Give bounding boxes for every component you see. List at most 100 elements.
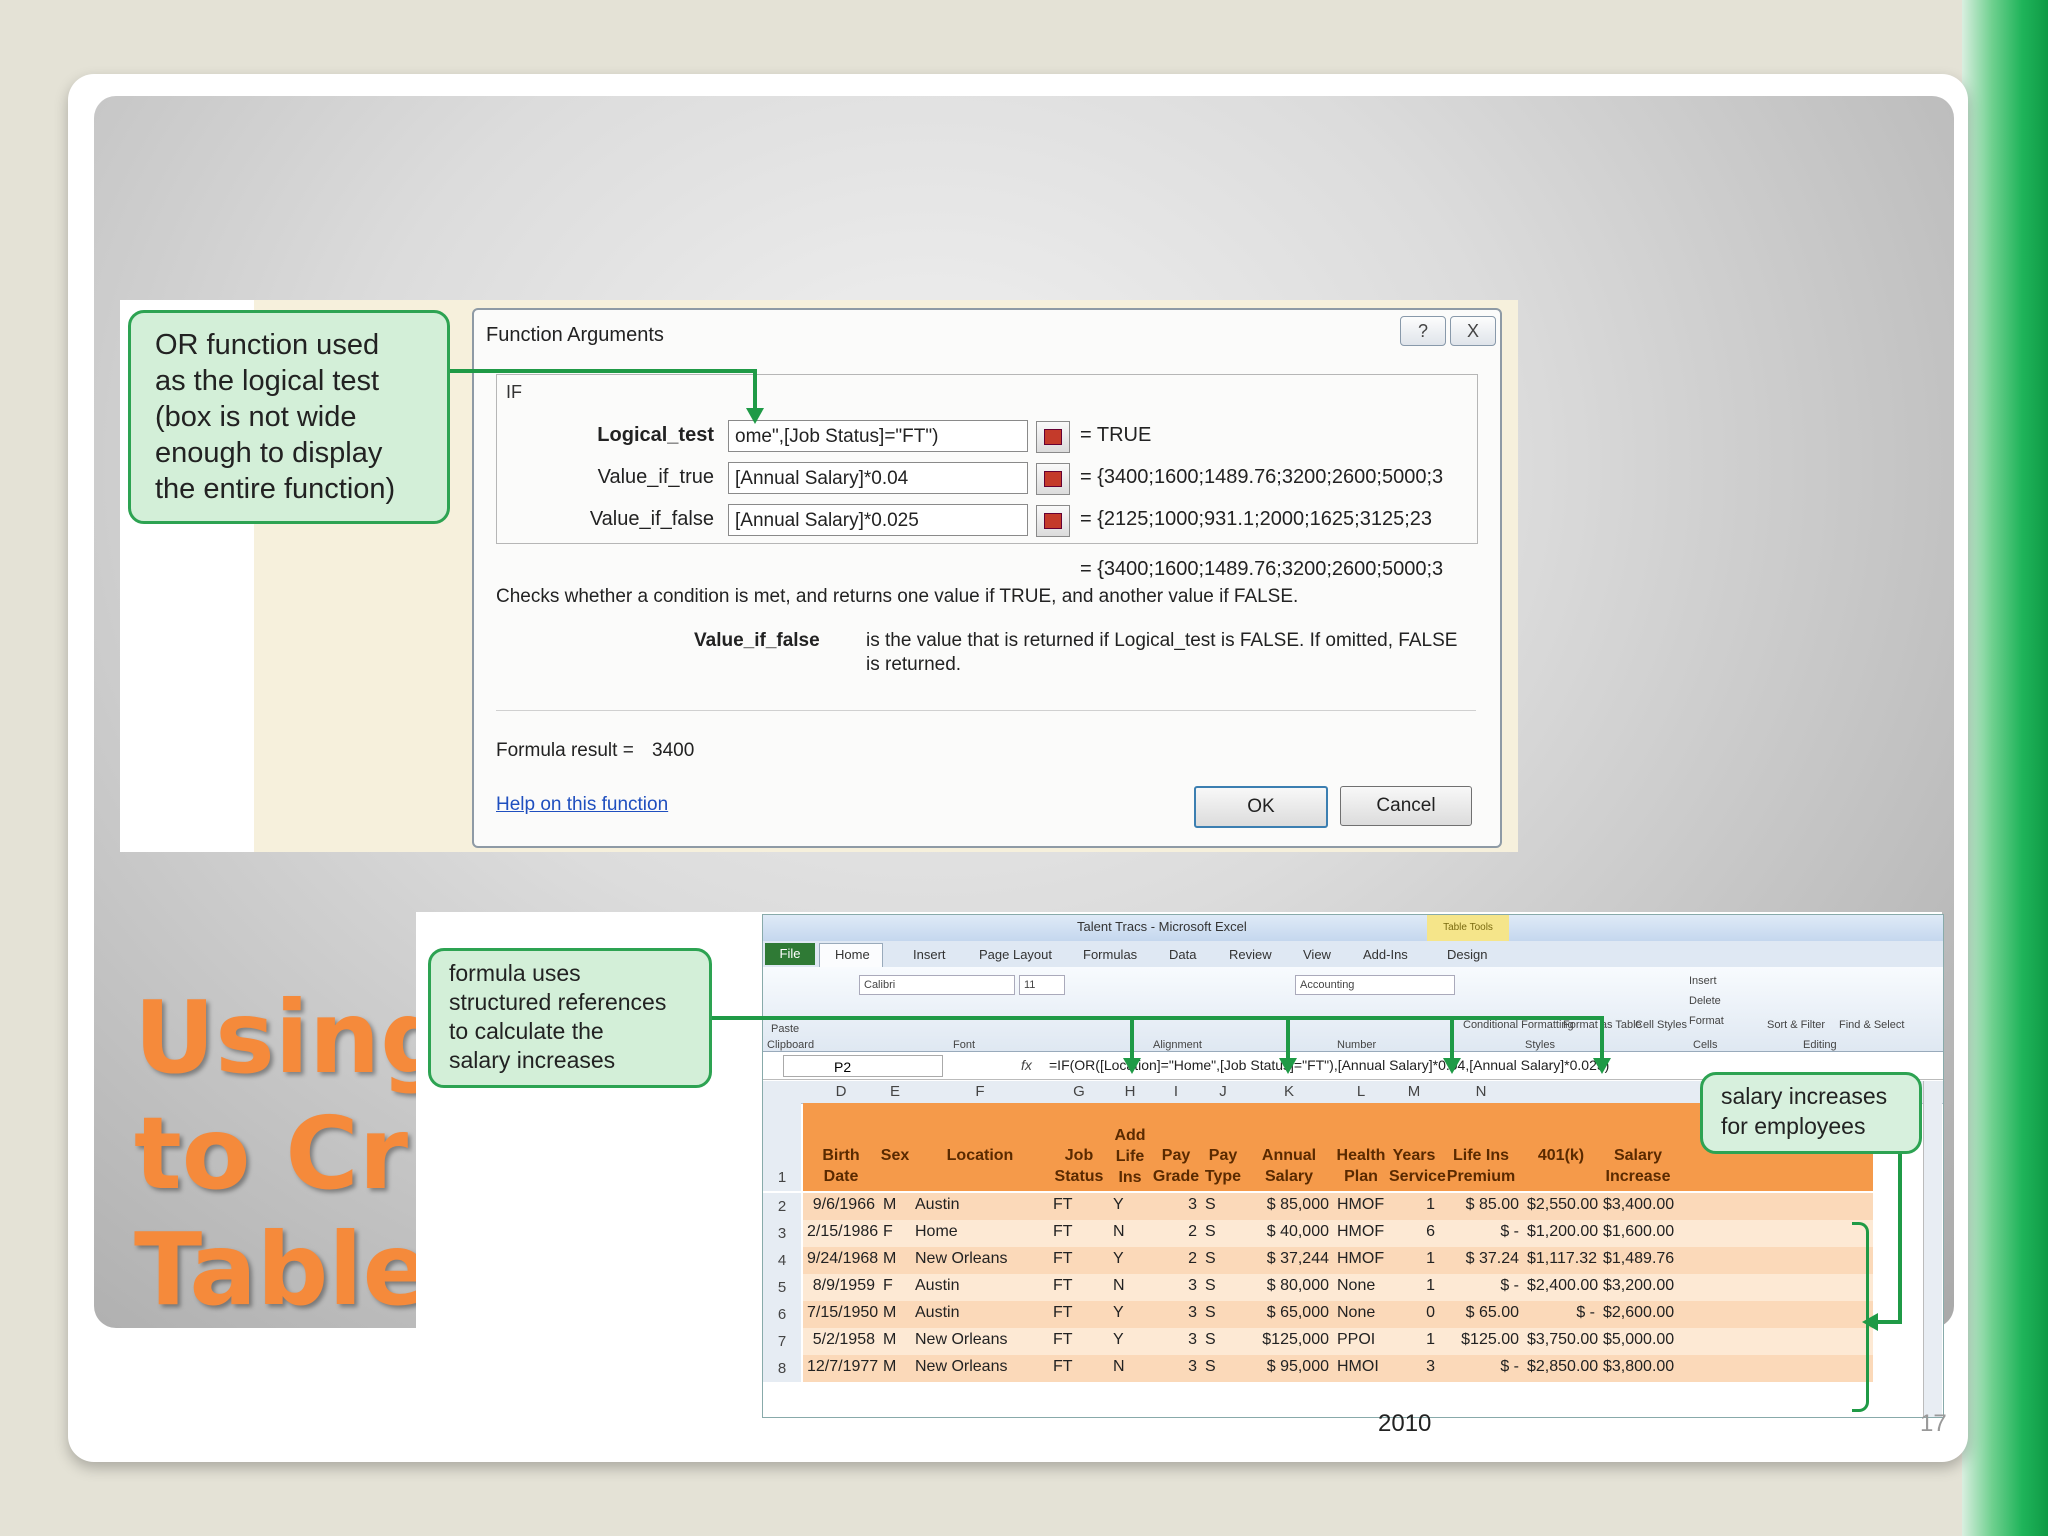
column-header[interactable]: M bbox=[1389, 1083, 1439, 1100]
table-cell[interactable]: Austin bbox=[915, 1277, 1045, 1295]
table-header-cell[interactable]: Pay Grade bbox=[1151, 1145, 1201, 1187]
table-cell[interactable]: New Orleans bbox=[915, 1358, 1045, 1376]
table-cell[interactable]: $125.00 bbox=[1443, 1331, 1519, 1349]
table-cell[interactable]: 9/24/1968 bbox=[807, 1250, 878, 1268]
table-header-cell[interactable]: Birth Date bbox=[803, 1145, 879, 1187]
table-cell[interactable]: $2,850.00 bbox=[1527, 1358, 1598, 1376]
help-button[interactable]: ? bbox=[1400, 316, 1446, 346]
table-cell[interactable]: 3 bbox=[1155, 1304, 1197, 1322]
table-cell[interactable]: 1 bbox=[1393, 1196, 1435, 1214]
delete-button[interactable]: Delete bbox=[1689, 995, 1721, 1007]
tab-file[interactable]: File bbox=[765, 943, 815, 965]
table-cell[interactable]: $ 85,000 bbox=[1249, 1196, 1329, 1214]
tab-add-ins[interactable]: Add-Ins bbox=[1363, 947, 1408, 962]
table-cell[interactable]: S bbox=[1205, 1250, 1241, 1268]
table-cell[interactable]: $1,600.00 bbox=[1603, 1223, 1674, 1241]
tab-formulas[interactable]: Formulas bbox=[1083, 947, 1137, 962]
table-cell[interactable]: $3,800.00 bbox=[1603, 1358, 1674, 1376]
table-cell[interactable]: PPOI bbox=[1337, 1331, 1385, 1349]
cell-styles-button[interactable]: Cell Styles bbox=[1635, 1019, 1687, 1031]
table-cell[interactable]: FT bbox=[1053, 1331, 1105, 1349]
table-row[interactable]: 5/2/1958 M New Orleans FT Y 3 S $125,000 PPOI 1 $1… bbox=[803, 1328, 1873, 1355]
column-header[interactable]: K bbox=[1245, 1083, 1333, 1100]
table-cell[interactable]: FT bbox=[1053, 1223, 1105, 1241]
table-cell[interactable]: HMOI bbox=[1337, 1358, 1385, 1376]
fx-icon[interactable]: fx bbox=[1021, 1057, 1032, 1073]
table-cell[interactable]: 3 bbox=[1393, 1358, 1435, 1376]
row-header[interactable]: 4 bbox=[763, 1247, 801, 1274]
table-cell[interactable]: $ 80,000 bbox=[1249, 1277, 1329, 1295]
close-button[interactable]: X bbox=[1450, 316, 1496, 346]
table-cell[interactable]: 9/6/1966 bbox=[807, 1196, 875, 1214]
table-row[interactable]: 9/6/1966 M Austin FT Y 3 S $ 85,000 HMOF 1 $ 85.00… bbox=[803, 1193, 1873, 1220]
row-header[interactable]: 6 bbox=[763, 1301, 801, 1328]
tab-data[interactable]: Data bbox=[1169, 947, 1196, 962]
table-cell[interactable]: M bbox=[883, 1331, 907, 1349]
table-row[interactable]: 2/15/1986 F Home FT N 2 S $ 40,000 HMOF 6 $ - $1,20… bbox=[803, 1220, 1873, 1247]
table-cell[interactable]: $ 37.24 bbox=[1443, 1250, 1519, 1268]
table-cell[interactable]: 2 bbox=[1155, 1250, 1197, 1268]
table-cell[interactable]: $125,000 bbox=[1249, 1331, 1329, 1349]
table-cell[interactable]: FT bbox=[1053, 1277, 1105, 1295]
tab-page-layout[interactable]: Page Layout bbox=[979, 947, 1052, 962]
table-cell[interactable]: 12/7/1977 bbox=[807, 1358, 878, 1376]
table-cell[interactable]: $ 85.00 bbox=[1443, 1196, 1519, 1214]
table-cell[interactable]: 6 bbox=[1393, 1223, 1435, 1241]
table-cell[interactable]: $2,550.00 bbox=[1527, 1196, 1598, 1214]
table-cell[interactable]: Home bbox=[915, 1223, 1045, 1241]
column-header[interactable]: J bbox=[1201, 1083, 1245, 1100]
number-format-select[interactable]: Accounting bbox=[1295, 975, 1455, 995]
row-header[interactable]: 2 bbox=[763, 1193, 801, 1220]
tab-view[interactable]: View bbox=[1303, 947, 1331, 962]
table-cell[interactable]: $2,600.00 bbox=[1603, 1304, 1674, 1322]
table-cell[interactable]: S bbox=[1205, 1331, 1241, 1349]
tab-home[interactable]: Home bbox=[835, 947, 870, 962]
value-if-false-input[interactable]: [Annual Salary]*0.025 bbox=[728, 504, 1028, 536]
table-cell[interactable]: Austin bbox=[915, 1196, 1045, 1214]
table-cell[interactable]: F bbox=[883, 1277, 907, 1295]
table-cell[interactable]: $1,117.32 bbox=[1527, 1250, 1597, 1268]
font-size-select[interactable]: 11 bbox=[1019, 975, 1065, 995]
table-cell[interactable]: 1 bbox=[1393, 1277, 1435, 1295]
format-button[interactable]: Format bbox=[1689, 1015, 1724, 1027]
table-cell[interactable]: M bbox=[883, 1250, 907, 1268]
table-cell[interactable]: None bbox=[1337, 1304, 1385, 1322]
table-cell[interactable]: N bbox=[1113, 1223, 1147, 1241]
sort-filter-button[interactable]: Sort & Filter bbox=[1767, 1019, 1825, 1031]
table-cell[interactable]: Y bbox=[1113, 1304, 1147, 1322]
table-cell[interactable]: N bbox=[1113, 1358, 1147, 1376]
name-box[interactable]: P2 bbox=[783, 1055, 943, 1077]
table-header-cell[interactable]: Life Ins Premium bbox=[1439, 1145, 1523, 1187]
table-cell[interactable]: $ 40,000 bbox=[1249, 1223, 1329, 1241]
table-cell[interactable]: $5,000.00 bbox=[1603, 1331, 1674, 1349]
conditional-formatting-button[interactable]: Conditional Formatting bbox=[1463, 1019, 1574, 1031]
row-header[interactable]: 5 bbox=[763, 1274, 801, 1301]
insert-button[interactable]: Insert bbox=[1689, 975, 1717, 987]
table-header-cell[interactable]: Add Life Ins bbox=[1109, 1125, 1151, 1188]
column-header[interactable]: H bbox=[1109, 1083, 1151, 1100]
help-on-function-link[interactable]: Help on this function bbox=[496, 794, 668, 816]
table-cell[interactable]: 3 bbox=[1155, 1331, 1197, 1349]
table-cell[interactable]: 3 bbox=[1155, 1358, 1197, 1376]
font-name-select[interactable]: Calibri bbox=[859, 975, 1015, 995]
vertical-scrollbar[interactable] bbox=[1923, 1081, 1942, 1417]
table-cell[interactable]: $ - bbox=[1527, 1304, 1595, 1322]
table-cell[interactable]: $2,400.00 bbox=[1527, 1277, 1598, 1295]
table-cell[interactable]: $ 65,000 bbox=[1249, 1304, 1329, 1322]
table-cell[interactable]: 5/2/1958 bbox=[807, 1331, 875, 1349]
table-cell[interactable]: 2 bbox=[1155, 1223, 1197, 1241]
table-cell[interactable]: S bbox=[1205, 1196, 1241, 1214]
row-header[interactable]: 7 bbox=[763, 1328, 801, 1355]
tab-review[interactable]: Review bbox=[1229, 947, 1272, 962]
table-header-cell[interactable]: Health Plan bbox=[1333, 1145, 1389, 1187]
table-cell[interactable]: S bbox=[1205, 1277, 1241, 1295]
logical-test-input[interactable]: ome",[Job Status]="FT") bbox=[728, 420, 1028, 452]
table-cell[interactable]: S bbox=[1205, 1358, 1241, 1376]
table-header-cell[interactable]: Sex bbox=[879, 1145, 911, 1166]
table-cell[interactable]: 8/9/1959 bbox=[807, 1277, 875, 1295]
table-cell[interactable]: 3 bbox=[1155, 1196, 1197, 1214]
table-header-cell[interactable]: Pay Type bbox=[1201, 1145, 1245, 1187]
table-cell[interactable]: $3,200.00 bbox=[1603, 1277, 1674, 1295]
table-cell[interactable]: None bbox=[1337, 1277, 1385, 1295]
table-cell[interactable]: FT bbox=[1053, 1358, 1105, 1376]
